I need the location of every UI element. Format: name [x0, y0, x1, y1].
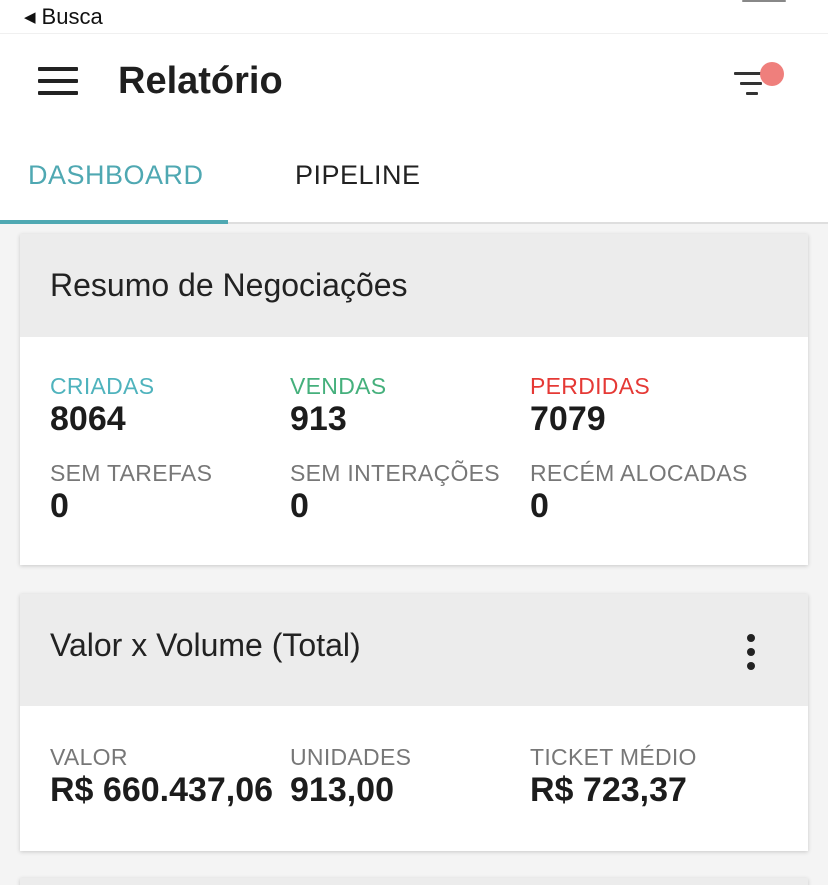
- tab-pipeline[interactable]: PIPELINE: [295, 160, 421, 191]
- stat-created-label: CRIADAS: [50, 373, 155, 399]
- stat-no-tasks-label: SEM TAREFAS: [50, 460, 213, 486]
- stat-recently-allocated-value: 0: [530, 487, 549, 525]
- deals-summary-card: Resumo de Negociações CRIADAS 8064 VENDA…: [20, 234, 808, 565]
- page-title: Relatório: [118, 60, 283, 102]
- stat-created: CRIADAS 8064: [50, 373, 154, 439]
- stat-sales: VENDAS 913: [290, 373, 386, 439]
- filter-icon[interactable]: [734, 62, 786, 102]
- value-volume-title: Valor x Volume (Total): [50, 627, 361, 663]
- back-to-search-link[interactable]: ◀ Busca: [24, 4, 103, 30]
- stat-value-total-value: R$ 660.437,06: [50, 771, 274, 809]
- active-tab-indicator: [0, 220, 228, 224]
- stat-units-value: 913,00: [290, 771, 394, 809]
- status-indicator: [742, 0, 786, 2]
- stat-recently-allocated: RECÉM ALOCADAS 0: [530, 460, 748, 526]
- stat-average-ticket-value: R$ 723,37: [530, 771, 687, 809]
- tab-dashboard[interactable]: DASHBOARD: [28, 160, 204, 191]
- back-arrow-icon: ◀: [24, 9, 36, 26]
- stat-average-ticket-label: TICKET MÉDIO: [530, 744, 697, 770]
- app-bar: Relatório: [0, 34, 828, 128]
- next-card-peek: [20, 878, 808, 885]
- stat-no-interactions-value: 0: [290, 487, 309, 525]
- stat-no-interactions-label: SEM INTERAÇÕES: [290, 460, 500, 486]
- value-volume-card: Valor x Volume (Total) VALOR R$ 660.437,…: [20, 594, 808, 851]
- back-link-label: Busca: [41, 4, 103, 29]
- more-vertical-icon[interactable]: [742, 632, 760, 672]
- stat-sales-label: VENDAS: [290, 373, 387, 399]
- deals-summary-title: Resumo de Negociações: [50, 267, 408, 303]
- stat-created-value: 8064: [50, 400, 126, 438]
- filter-active-badge: [760, 62, 784, 86]
- stat-value-total: VALOR R$ 660.437,06: [50, 744, 273, 810]
- stat-no-tasks-value: 0: [50, 487, 69, 525]
- status-bar: ◀ Busca: [0, 0, 828, 34]
- stat-units-label: UNIDADES: [290, 744, 412, 770]
- stat-recently-allocated-label: RECÉM ALOCADAS: [530, 460, 748, 486]
- stat-value-total-label: VALOR: [50, 744, 128, 770]
- stat-units: UNIDADES 913,00: [290, 744, 411, 810]
- stat-no-tasks: SEM TAREFAS 0: [50, 460, 212, 526]
- stat-sales-value: 913: [290, 400, 347, 438]
- value-volume-header: Valor x Volume (Total): [20, 594, 808, 706]
- stat-lost-value: 7079: [530, 400, 606, 438]
- stat-average-ticket: TICKET MÉDIO R$ 723,37: [530, 744, 697, 810]
- tab-bar: DASHBOARD PIPELINE: [0, 128, 828, 224]
- hamburger-menu-icon[interactable]: [38, 67, 78, 95]
- stat-lost-label: PERDIDAS: [530, 373, 650, 399]
- stat-lost: PERDIDAS 7079: [530, 373, 650, 439]
- stat-no-interactions: SEM INTERAÇÕES 0: [290, 460, 500, 526]
- deals-summary-header: Resumo de Negociações: [20, 234, 808, 337]
